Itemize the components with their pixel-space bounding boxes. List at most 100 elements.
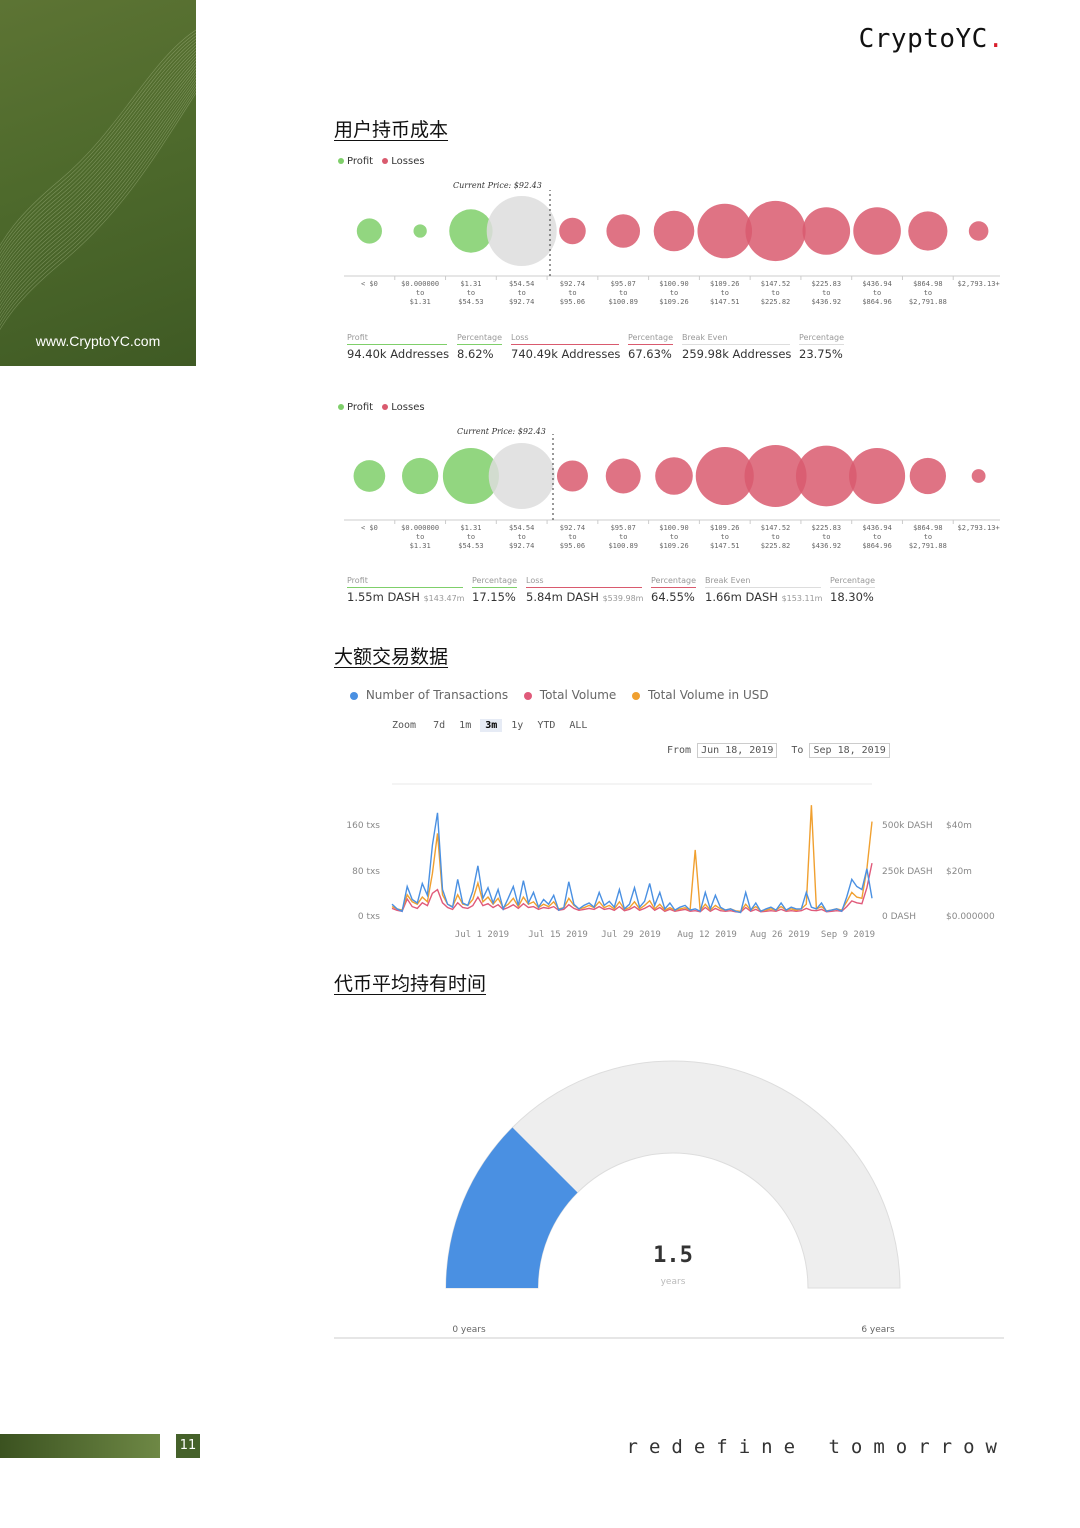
stat-label: Percentage xyxy=(628,333,674,342)
bubble-loss[interactable] xyxy=(795,445,857,507)
bubble-loss[interactable] xyxy=(655,457,693,495)
y-tick-right-usd: $20m xyxy=(946,867,972,877)
price-range-bot: $1.31 xyxy=(409,542,431,550)
price-range-top: $2,793.13+ xyxy=(957,280,1000,288)
price-range-label: $100.90 to $109.26 xyxy=(649,524,700,551)
price-range-top: $95.07 xyxy=(610,280,636,288)
section-title-hold-time: 代币平均持有时间 xyxy=(334,973,487,995)
bubble-loss[interactable] xyxy=(606,214,641,248)
bubble-profit[interactable] xyxy=(413,224,427,238)
stat-percentage-profit: Percentage 17.15% xyxy=(472,576,517,604)
series-line-txs[interactable] xyxy=(391,812,873,914)
wave-line xyxy=(0,83,196,319)
zoom-ytd-button[interactable]: YTD xyxy=(532,719,560,732)
tx-legend[interactable]: Number of Transactions Total Volume Tota… xyxy=(350,688,769,702)
price-range-mid: to xyxy=(771,533,780,541)
bubble-loss[interactable] xyxy=(556,460,588,492)
bubble-legend-1[interactable]: Profit Losses xyxy=(338,156,425,167)
price-range-bot xyxy=(344,298,395,307)
bubble-chart-1 xyxy=(344,190,1000,280)
section-title-cost: 用户持币成本 xyxy=(334,119,449,141)
bubble-profit[interactable] xyxy=(402,457,439,495)
bubble-loss[interactable] xyxy=(697,203,753,259)
zoom-3m-button[interactable]: 3m xyxy=(480,719,503,732)
date-range: From Jun 18, 2019 To Sep 18, 2019 xyxy=(667,743,890,758)
price-range-bot: $147.51 xyxy=(710,298,740,306)
bubble-profit[interactable] xyxy=(353,460,386,492)
bubble-loss[interactable] xyxy=(802,207,851,255)
price-range-mid: to xyxy=(517,533,526,541)
x-tick: Aug 12 2019 xyxy=(677,930,737,940)
y-tick-right-dash: 500k DASH xyxy=(882,821,933,831)
zoom-all-button[interactable]: ALL xyxy=(564,719,592,732)
bubble-loss[interactable] xyxy=(559,217,586,245)
site-url[interactable]: www.CryptoYC.com xyxy=(0,333,196,349)
bubble-profit[interactable] xyxy=(356,218,382,244)
zoom-1y-button[interactable]: 1y xyxy=(506,719,528,732)
price-range-top: $1.31 xyxy=(460,524,482,532)
bubble-loss[interactable] xyxy=(605,458,641,494)
price-range-mid: to xyxy=(720,533,729,541)
zoom-1m-button[interactable]: 1m xyxy=(454,719,476,732)
legend-tx[interactable]: Number of Transactions xyxy=(366,688,508,702)
bubble-loss[interactable] xyxy=(909,457,946,495)
price-range-mid: to xyxy=(872,289,882,297)
price-range-label: $225.83 to $436.92 xyxy=(801,280,852,307)
bubble-loss[interactable] xyxy=(853,207,901,255)
stat-label: Percentage xyxy=(799,333,845,342)
stat-percentage-loss: Percentage 67.63% xyxy=(628,333,673,361)
brand-logo: CryptoYC. xyxy=(859,24,1004,54)
stat-value: 64.55% xyxy=(651,590,695,604)
stat-value: 67.63% xyxy=(628,347,672,361)
bubble-loss[interactable] xyxy=(968,221,989,241)
legend-vol[interactable]: Total Volume xyxy=(540,688,616,702)
legend-profit: Profit xyxy=(347,156,374,167)
price-range-mid: to xyxy=(568,289,577,297)
price-range-bot xyxy=(953,298,1004,307)
stat-underline xyxy=(628,344,673,345)
price-range-bot: $95.06 xyxy=(559,542,586,550)
stat-label: Profit xyxy=(347,333,368,342)
price-range-mid: to xyxy=(720,289,729,297)
bubble-loss[interactable] xyxy=(849,447,906,505)
current-price-note: Current Price: $92.43 xyxy=(453,181,542,190)
bubble-loss[interactable] xyxy=(653,210,695,252)
y-tick-right-usd: $40m xyxy=(946,821,972,831)
stat-profit: Profit 1.55m DASH $143.47m xyxy=(347,576,464,604)
wave-line xyxy=(0,68,196,299)
loss-swatch-icon xyxy=(382,404,389,410)
zoom-7d-button[interactable]: 7d xyxy=(428,719,450,732)
y-tick-left: 0 txs xyxy=(358,912,380,922)
stat-loss: Loss 5.84m DASH $539.98m xyxy=(526,576,643,604)
bubble-profit[interactable] xyxy=(449,209,493,253)
bubble-breakeven[interactable] xyxy=(486,196,557,266)
legend-usd[interactable]: Total Volume in USD xyxy=(648,688,769,702)
price-range-mid: to xyxy=(822,289,831,297)
price-range-top: $92.74 xyxy=(559,280,586,288)
wave-line xyxy=(0,77,196,311)
bubble-loss[interactable] xyxy=(745,200,806,262)
bubble-breakeven[interactable] xyxy=(488,443,555,509)
price-range-bot: $436.92 xyxy=(811,298,842,306)
gauge-unit: years xyxy=(661,1277,686,1287)
wave-line xyxy=(0,41,196,263)
profit-swatch-icon xyxy=(338,158,344,164)
price-range-label: $864.98 to $2,791.88 xyxy=(902,524,953,551)
side-banner xyxy=(0,0,196,366)
price-range-mid: to xyxy=(466,533,476,541)
price-range-mid xyxy=(953,289,1004,298)
bubble-loss[interactable] xyxy=(971,469,986,483)
price-range-label: $436.94 to $864.96 xyxy=(852,280,903,307)
from-date-input[interactable]: Jun 18, 2019 xyxy=(697,743,778,758)
stat-value: 740.49k Addresses xyxy=(511,347,621,361)
bubble-legend-2[interactable]: Profit Losses xyxy=(338,402,425,413)
stat-value: 8.62% xyxy=(457,347,494,361)
stat-percentage-break-even: Percentage 18.30% xyxy=(830,576,875,604)
to-date-input[interactable]: Sep 18, 2019 xyxy=(809,743,890,758)
price-range-bot: $109.26 xyxy=(659,298,689,306)
bubble-loss[interactable] xyxy=(908,211,948,251)
price-range-top: $225.83 xyxy=(811,280,842,288)
price-range-axis-1: < $0 $0.000000 to $1.31 $1.31 to $54.53 $54.54… xyxy=(344,280,1004,312)
price-range-mid: to xyxy=(872,533,882,541)
gauge-value: 1.5 xyxy=(653,1243,693,1268)
